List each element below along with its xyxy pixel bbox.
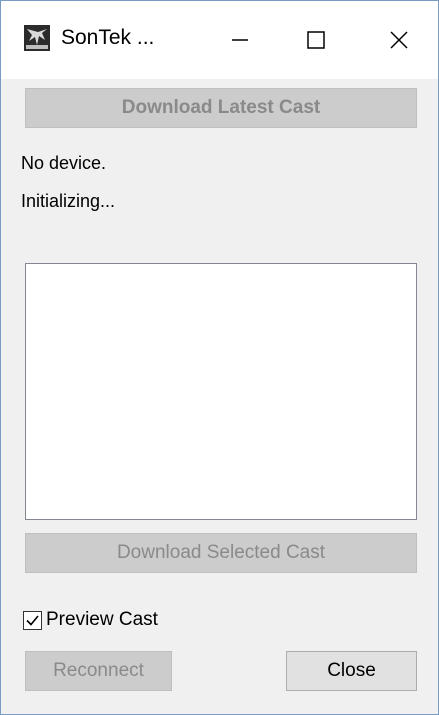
preview-cast-label: Preview Cast — [46, 609, 158, 630]
initialization-status-text: Initializing... — [21, 191, 116, 211]
close-button[interactable]: Close — [286, 651, 417, 691]
app-window: SonTek ... Download Latest Cast No devic… — [0, 0, 439, 715]
cast-list[interactable] — [25, 263, 417, 520]
preview-cast-option[interactable]: Preview Cast — [23, 608, 158, 632]
sontek-app-icon — [24, 25, 50, 51]
maximize-button[interactable] — [277, 1, 355, 79]
download-latest-cast-button[interactable]: Download Latest Cast — [25, 88, 417, 128]
close-icon — [390, 31, 408, 49]
preview-cast-checkbox[interactable] — [23, 610, 42, 630]
window-title: SonTek ... — [61, 26, 155, 49]
minimize-button[interactable] — [201, 1, 279, 79]
reconnect-button[interactable]: Reconnect — [25, 651, 172, 691]
download-selected-cast-button[interactable]: Download Selected Cast — [25, 533, 417, 573]
window-close-button[interactable] — [360, 1, 438, 79]
title-bar[interactable]: SonTek ... — [1, 1, 438, 79]
minimize-icon — [232, 39, 248, 41]
maximize-icon — [307, 31, 325, 49]
checkmark-icon — [26, 614, 39, 626]
device-status-text: No device. — [21, 153, 107, 173]
